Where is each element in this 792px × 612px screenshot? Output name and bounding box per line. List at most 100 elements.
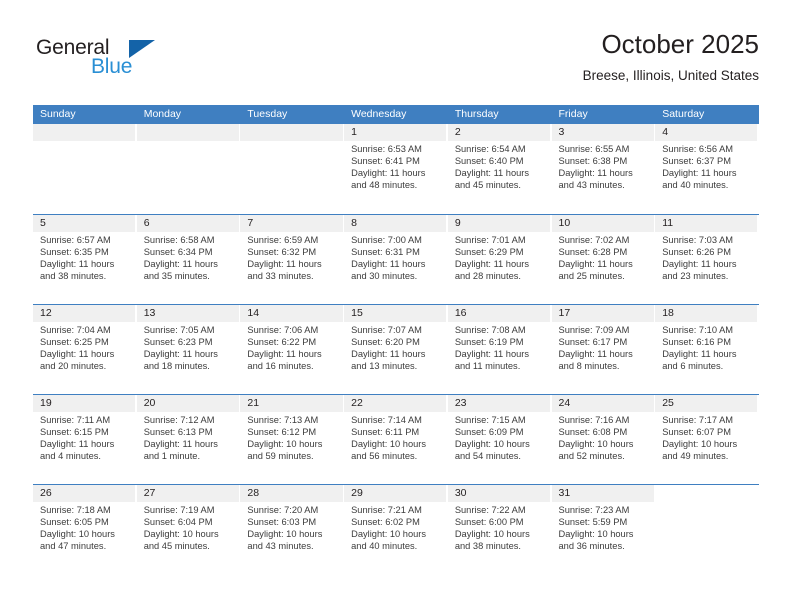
sunset-text: Sunset: 6:05 PM xyxy=(40,516,109,527)
daylight-text: Daylight: 11 hours and 45 minutes. xyxy=(454,167,530,190)
day-number: 2 xyxy=(447,124,551,141)
day-details: Sunrise: 7:03 AM Sunset: 6:26 PM Daylight:… xyxy=(655,232,757,283)
calendar-day-cell[interactable]: 9 Sunrise: 7:01 AM Sunset: 6:29 PM Daylight… xyxy=(447,215,552,304)
sunset-text: Sunset: 6:19 PM xyxy=(454,336,524,347)
calendar-day-cell[interactable]: 26 Sunrise: 7:18 AM Sunset: 6:05 PM Dayligh… xyxy=(33,485,137,574)
calendar-day-cell[interactable]: 18 Sunrise: 7:10 AM Sunset: 6:16 PM Dayligh… xyxy=(655,305,759,394)
calendar-day-cell[interactable]: 7 Sunrise: 6:59 AM Sunset: 6:32 PM Daylight… xyxy=(240,215,344,304)
day-number: 15 xyxy=(344,305,447,322)
calendar-day-cell-empty xyxy=(33,124,137,214)
calendar-day-cell[interactable]: 28 Sunrise: 7:20 AM Sunset: 6:03 PM Dayligh… xyxy=(240,485,344,574)
calendar-day-cell[interactable]: 31 Sunrise: 7:23 AM Sunset: 5:59 PM Dayligh… xyxy=(551,485,656,574)
day-cell-inner: 23 Sunrise: 7:15 AM Sunset: 6:09 PM Dayligh… xyxy=(447,395,551,484)
calendar-day-cell[interactable]: 29 Sunrise: 7:21 AM Sunset: 6:02 PM Dayligh… xyxy=(344,485,448,574)
calendar-weeks: 1 Sunrise: 6:53 AM Sunset: 6:41 PM Daylight… xyxy=(33,124,759,574)
weekday-header-thursday: Thursday xyxy=(454,108,499,120)
day-details: Sunrise: 7:06 AM Sunset: 6:22 PM Daylight:… xyxy=(240,322,342,373)
calendar-day-cell[interactable]: 5 Sunrise: 6:57 AM Sunset: 6:35 PM Daylight… xyxy=(33,215,137,304)
page-header: General Blue October 2025 Breese, Illino… xyxy=(33,28,759,90)
sunrise-text: Sunrise: 7:00 AM xyxy=(351,235,422,245)
calendar-day-cell[interactable]: 17 Sunrise: 7:09 AM Sunset: 6:17 PM Dayligh… xyxy=(551,305,656,394)
day-cell-inner: 13 Sunrise: 7:05 AM Sunset: 6:23 PM Dayligh… xyxy=(136,305,239,394)
calendar-day-cell-empty xyxy=(136,124,241,214)
day-cell-inner xyxy=(136,124,239,214)
day-number xyxy=(136,124,239,141)
daylight-text: Daylight: 11 hours and 35 minutes. xyxy=(143,258,218,281)
day-number: 4 xyxy=(655,124,758,141)
calendar-week-row: 5 Sunrise: 6:57 AM Sunset: 6:35 PM Daylight… xyxy=(33,214,759,304)
calendar-day-cell[interactable]: 12 Sunrise: 7:04 AM Sunset: 6:25 PM Dayligh… xyxy=(33,305,137,394)
calendar-day-cell[interactable]: 13 Sunrise: 7:05 AM Sunset: 6:23 PM Dayligh… xyxy=(136,305,241,394)
location-subtitle: Breese, Illinois, United States xyxy=(582,68,759,83)
day-details: Sunrise: 6:53 AM Sunset: 6:41 PM Daylight:… xyxy=(344,141,446,192)
day-cell-inner: 15 Sunrise: 7:07 AM Sunset: 6:20 PM Dayligh… xyxy=(344,305,447,394)
day-number: 3 xyxy=(551,124,654,141)
sunset-text: Sunset: 6:40 PM xyxy=(454,155,524,166)
sunset-text: Sunset: 6:08 PM xyxy=(558,426,628,437)
sunset-text: Sunset: 6:03 PM xyxy=(247,516,317,527)
weekday-header-saturday: Saturday xyxy=(662,108,705,120)
calendar-day-cell[interactable]: 27 Sunrise: 7:19 AM Sunset: 6:04 PM Dayligh… xyxy=(136,485,241,574)
calendar-day-cell[interactable]: 3 Sunrise: 6:55 AM Sunset: 6:38 PM Daylight… xyxy=(551,124,656,214)
calendar-day-cell[interactable]: 23 Sunrise: 7:15 AM Sunset: 6:09 PM Dayligh… xyxy=(447,395,552,484)
day-cell-inner: 29 Sunrise: 7:21 AM Sunset: 6:02 PM Dayligh… xyxy=(344,485,447,574)
day-number: 13 xyxy=(136,305,239,322)
daylight-text: Daylight: 11 hours and 48 minutes. xyxy=(351,167,426,190)
daylight-text: Daylight: 11 hours and 4 minutes. xyxy=(40,438,115,461)
calendar-day-cell[interactable]: 4 Sunrise: 6:56 AM Sunset: 6:37 PM Daylight… xyxy=(655,124,759,214)
sunset-text: Sunset: 6:15 PM xyxy=(40,426,109,437)
day-number xyxy=(240,124,343,141)
calendar-day-cell[interactable]: 24 Sunrise: 7:16 AM Sunset: 6:08 PM Dayligh… xyxy=(551,395,656,484)
daylight-text: Daylight: 11 hours and 40 minutes. xyxy=(662,167,737,190)
day-number: 25 xyxy=(655,395,758,412)
calendar-day-cell[interactable]: 22 Sunrise: 7:14 AM Sunset: 6:11 PM Dayligh… xyxy=(344,395,448,484)
day-number: 30 xyxy=(447,485,551,502)
calendar-grid: Sunday Monday Tuesday Wednesday Thursday Frid… xyxy=(33,105,759,574)
calendar-day-cell[interactable]: 10 Sunrise: 7:02 AM Sunset: 6:28 PM Dayligh… xyxy=(551,215,656,304)
sunrise-text: Sunrise: 7:01 AM xyxy=(454,235,526,245)
day-details: Sunrise: 6:54 AM Sunset: 6:40 PM Daylight:… xyxy=(448,141,550,192)
calendar-day-cell[interactable]: 25 Sunrise: 7:17 AM Sunset: 6:07 PM Dayligh… xyxy=(655,395,759,484)
day-number: 31 xyxy=(551,485,654,502)
calendar-day-cell[interactable]: 16 Sunrise: 7:08 AM Sunset: 6:19 PM Dayligh… xyxy=(447,305,552,394)
sunrise-text: Sunrise: 7:16 AM xyxy=(558,415,630,425)
calendar-day-cell[interactable]: 8 Sunrise: 7:00 AM Sunset: 6:31 PM Daylight… xyxy=(344,215,448,304)
calendar-day-cell[interactable]: 14 Sunrise: 7:06 AM Sunset: 6:22 PM Dayligh… xyxy=(240,305,344,394)
daylight-text: Daylight: 10 hours and 36 minutes. xyxy=(558,528,634,551)
day-details: Sunrise: 7:22 AM Sunset: 6:00 PM Daylight:… xyxy=(448,502,550,553)
calendar-day-cell[interactable]: 6 Sunrise: 6:58 AM Sunset: 6:34 PM Daylight… xyxy=(136,215,241,304)
weekday-header-tuesday: Tuesday xyxy=(247,108,288,120)
calendar-day-cell[interactable]: 11 Sunrise: 7:03 AM Sunset: 6:26 PM Dayligh… xyxy=(655,215,759,304)
day-cell-inner: 21 Sunrise: 7:13 AM Sunset: 6:12 PM Dayligh… xyxy=(240,395,343,484)
day-number: 6 xyxy=(136,215,239,232)
daylight-text: Daylight: 10 hours and 43 minutes. xyxy=(247,528,323,551)
day-details: Sunrise: 7:05 AM Sunset: 6:23 PM Daylight:… xyxy=(137,322,239,373)
page-title: October 2025 xyxy=(601,29,759,59)
day-number: 18 xyxy=(655,305,758,322)
day-details: Sunrise: 7:16 AM Sunset: 6:08 PM Daylight:… xyxy=(552,412,654,463)
sunset-text: Sunset: 6:41 PM xyxy=(351,155,420,166)
calendar-day-cell[interactable]: 2 Sunrise: 6:54 AM Sunset: 6:40 PM Daylight… xyxy=(447,124,552,214)
sunrise-text: Sunrise: 7:21 AM xyxy=(351,505,422,515)
daylight-text: Daylight: 11 hours and 18 minutes. xyxy=(143,348,218,371)
day-number: 5 xyxy=(33,215,136,232)
calendar-day-cell-empty xyxy=(240,124,344,214)
generalblue-logo[interactable]: General Blue xyxy=(33,36,233,88)
daylight-text: Daylight: 10 hours and 59 minutes. xyxy=(247,438,323,461)
calendar-day-cell[interactable]: 20 Sunrise: 7:12 AM Sunset: 6:13 PM Dayligh… xyxy=(136,395,241,484)
sunrise-text: Sunrise: 6:58 AM xyxy=(143,235,215,245)
sunset-text: Sunset: 6:11 PM xyxy=(351,426,420,437)
sunrise-text: Sunrise: 7:03 AM xyxy=(662,235,734,245)
sunset-text: Sunset: 6:29 PM xyxy=(454,246,524,257)
day-details: Sunrise: 7:19 AM Sunset: 6:04 PM Daylight:… xyxy=(137,502,239,553)
sunset-text: Sunset: 6:37 PM xyxy=(662,155,731,166)
calendar-day-cell[interactable]: 30 Sunrise: 7:22 AM Sunset: 6:00 PM Dayligh… xyxy=(447,485,552,574)
calendar-day-cell[interactable]: 19 Sunrise: 7:11 AM Sunset: 6:15 PM Dayligh… xyxy=(33,395,137,484)
sunrise-text: Sunrise: 6:55 AM xyxy=(558,144,630,154)
sunset-text: Sunset: 6:23 PM xyxy=(143,336,213,347)
day-details: Sunrise: 7:00 AM Sunset: 6:31 PM Daylight:… xyxy=(344,232,446,283)
calendar-day-cell[interactable]: 1 Sunrise: 6:53 AM Sunset: 6:41 PM Daylight… xyxy=(344,124,448,214)
calendar-day-cell[interactable]: 21 Sunrise: 7:13 AM Sunset: 6:12 PM Dayligh… xyxy=(240,395,344,484)
calendar-day-cell[interactable]: 15 Sunrise: 7:07 AM Sunset: 6:20 PM Dayligh… xyxy=(344,305,448,394)
day-cell-inner xyxy=(33,124,136,214)
